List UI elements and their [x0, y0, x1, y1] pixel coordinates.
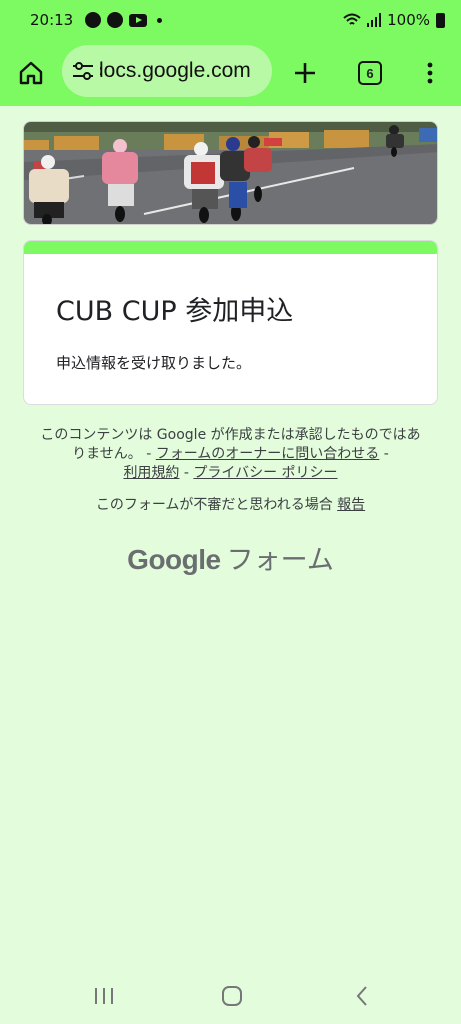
recents-button[interactable] — [84, 980, 124, 1012]
footer-disclaimer: このコンテンツは Google が作成または承認したものではありません。 - フ… — [40, 427, 421, 481]
url-text: docs.google.com — [92, 59, 251, 82]
card-accent-bar — [24, 241, 437, 254]
tab-count: 6 — [358, 61, 382, 85]
address-bar[interactable]: docs.google.com — [62, 45, 272, 97]
recents-icon — [95, 988, 113, 1004]
terms-link[interactable]: 利用規約 — [123, 465, 179, 481]
battery-icon — [436, 12, 445, 28]
home-icon — [19, 61, 43, 85]
form-title: CUB CUP 参加申込 — [56, 296, 294, 327]
status-right: 100% — [343, 11, 445, 29]
more-vert-icon — [427, 62, 433, 84]
contact-owner-link[interactable]: フォームのオーナーに問い合わせる — [156, 446, 380, 462]
confirmation-message: 申込情報を受け取りました。 — [56, 354, 252, 372]
home-button[interactable] — [12, 40, 50, 106]
google-wordmark: Google — [127, 544, 221, 575]
back-icon — [356, 986, 367, 1006]
report-line: このフォームが不審だと思われる場合 報告 — [0, 494, 461, 514]
menu-button[interactable] — [416, 40, 444, 106]
forms-wordmark: フォーム — [226, 545, 334, 576]
system-nav-bar — [0, 968, 461, 1024]
header-banner-image — [23, 121, 438, 225]
chrome-icon — [85, 12, 102, 28]
back-button[interactable] — [342, 980, 382, 1012]
more-notifications-dot — [157, 17, 163, 23]
status-left: 20:13 — [30, 11, 163, 29]
motorcycle-race-photo — [24, 122, 437, 224]
home-nav-icon — [222, 986, 242, 1006]
new-tab-button[interactable] — [287, 40, 323, 106]
line-icon — [107, 12, 124, 28]
tab-switcher-button[interactable]: 6 — [352, 40, 388, 106]
status-bar: 20:13 100% — [0, 0, 461, 40]
home-nav-button[interactable] — [212, 980, 252, 1012]
clock: 20:13 — [30, 11, 74, 29]
google-forms-logo[interactable]: Google フォーム — [0, 538, 461, 577]
confirmation-card: CUB CUP 参加申込 申込情報を受け取りました。 — [23, 240, 438, 405]
report-link[interactable]: 報告 — [337, 497, 365, 513]
plus-icon — [295, 63, 315, 83]
youtube-icon — [129, 13, 148, 27]
browser-toolbar: docs.google.com 6 — [0, 40, 461, 106]
wifi-icon — [343, 13, 361, 25]
signal-icon — [367, 13, 382, 27]
battery-percent: 100% — [387, 11, 430, 29]
site-settings-icon[interactable] — [72, 61, 94, 81]
report-text: このフォームが不審だと思われる場合 — [95, 497, 333, 513]
privacy-link[interactable]: プライバシー ポリシー — [193, 465, 337, 481]
